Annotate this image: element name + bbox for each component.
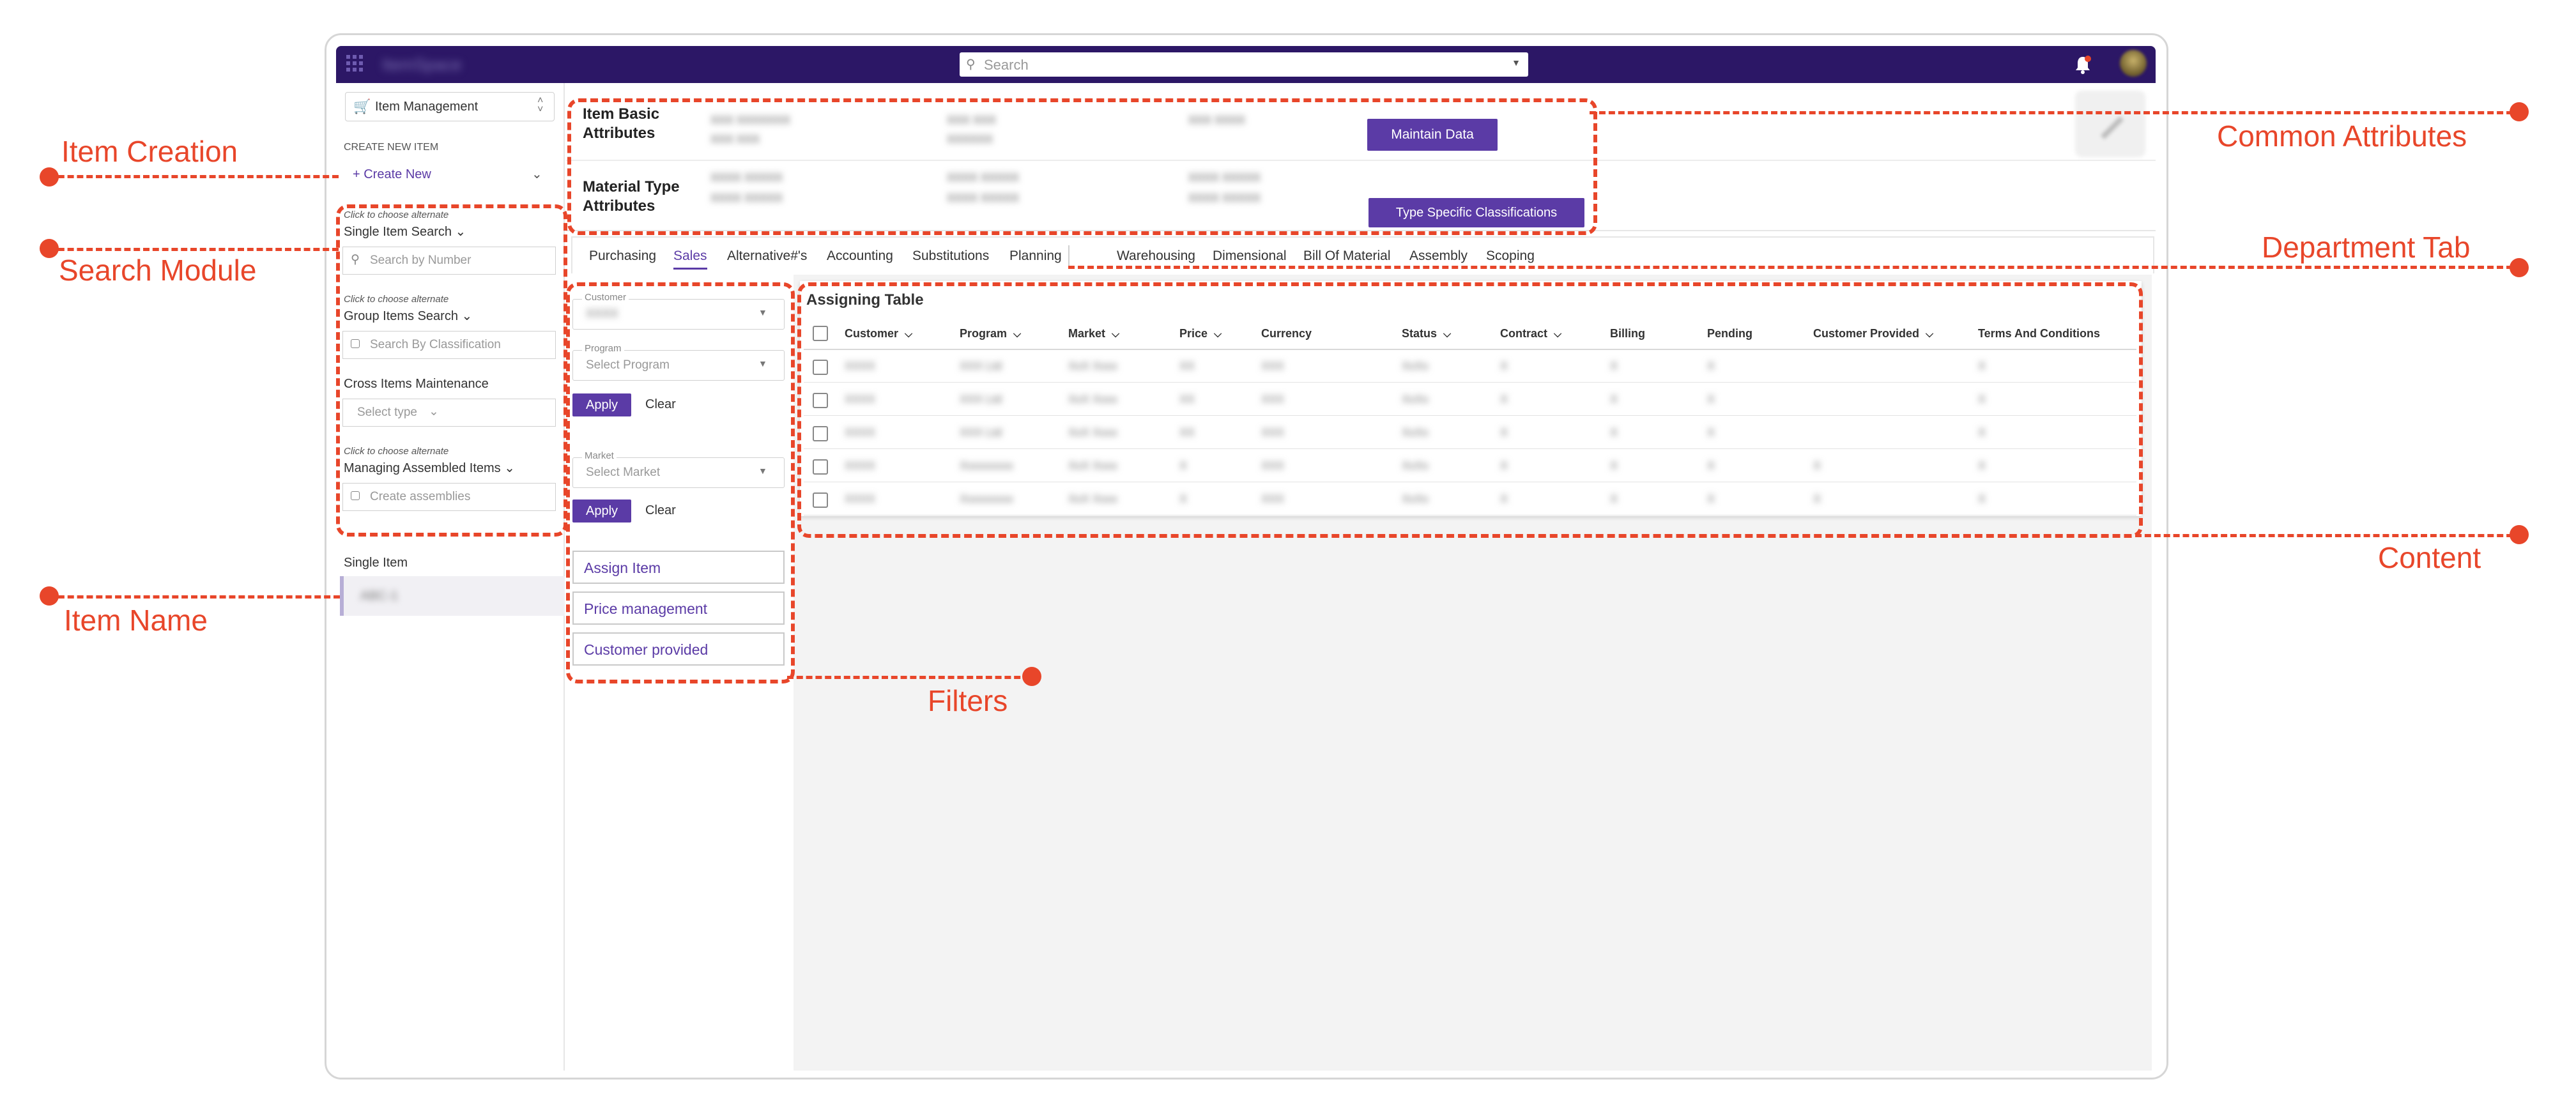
- tab-assembly[interactable]: Assembly: [1409, 248, 1468, 264]
- callout-item-creation: Item Creation: [61, 135, 238, 168]
- chevron-down-icon[interactable]: ⌄: [532, 166, 542, 182]
- tab-dimensional[interactable]: Dimensional: [1213, 248, 1287, 264]
- callout-filters: Filters: [928, 684, 1008, 717]
- item-name-row[interactable]: ABC-1: [340, 576, 565, 616]
- filters-highlight: [566, 282, 795, 683]
- tab-purchasing[interactable]: Purchasing: [589, 248, 656, 264]
- grid-icon[interactable]: [345, 54, 364, 73]
- callout-search-module: Search Module: [59, 254, 257, 287]
- search-placeholder: Search: [984, 57, 1029, 73]
- tab-substitutions[interactable]: Substitutions: [912, 248, 989, 264]
- leader-department-tab: [1068, 266, 2522, 269]
- tab-scoping[interactable]: Scoping: [1486, 248, 1535, 264]
- tab-divider: [1068, 245, 1070, 267]
- module-label: Item Management: [375, 100, 479, 114]
- app-logo: ItemSpace: [382, 55, 462, 74]
- cart-icon: 🛒: [353, 98, 371, 114]
- leader-item-name: [49, 595, 340, 599]
- create-new-button[interactable]: + Create New: [353, 167, 431, 182]
- tab-alternatives[interactable]: Alternative#'s: [727, 248, 807, 264]
- callout-dot-common-attributes: [2510, 102, 2529, 121]
- edit-icon[interactable]: [2075, 91, 2145, 157]
- bell-icon[interactable]: [2074, 55, 2092, 74]
- callout-common-attributes: Common Attributes: [2217, 119, 2467, 153]
- leader-filters: [787, 676, 1030, 679]
- tab-sales[interactable]: Sales: [673, 248, 707, 270]
- search-icon: ⚲: [966, 57, 976, 72]
- single-item-label: Single Item: [344, 556, 408, 570]
- search-module-highlight: [336, 204, 567, 537]
- leader-common-attributes: [1590, 111, 2522, 114]
- global-search-input[interactable]: ⚲ Search ▼: [960, 52, 1528, 77]
- callout-dot-item-name: [40, 586, 59, 606]
- leader-search-module: [49, 248, 339, 251]
- leader-item-creation: [49, 175, 339, 178]
- leader-content: [2135, 534, 2522, 537]
- updown-icon: ˄ ˅: [537, 95, 544, 115]
- item-name-value: ABC-1: [360, 589, 398, 603]
- callout-dot-item-creation: [40, 167, 59, 187]
- callout-dot-department-tab: [2510, 258, 2529, 277]
- callout-content: Content: [2378, 541, 2481, 574]
- tab-bill-of-material[interactable]: Bill Of Material: [1303, 248, 1391, 264]
- tab-planning[interactable]: Planning: [1009, 248, 1062, 264]
- callout-item-name: Item Name: [64, 604, 208, 637]
- callout-dot-filters: [1022, 667, 1041, 686]
- chevron-down-icon[interactable]: ▼: [1512, 57, 1521, 68]
- create-section-label: CREATE NEW ITEM: [344, 142, 439, 153]
- common-attributes-highlight: [567, 98, 1597, 235]
- callout-department-tab: Department Tab: [2262, 231, 2471, 264]
- tab-warehousing[interactable]: Warehousing: [1117, 248, 1195, 264]
- callout-dot-content: [2510, 525, 2529, 544]
- content-highlight: [797, 282, 2143, 538]
- module-selector[interactable]: 🛒 Item Management ˄ ˅: [345, 92, 555, 121]
- avatar[interactable]: [2120, 50, 2147, 77]
- tab-accounting[interactable]: Accounting: [827, 248, 893, 264]
- callout-dot-search-module: [40, 239, 59, 258]
